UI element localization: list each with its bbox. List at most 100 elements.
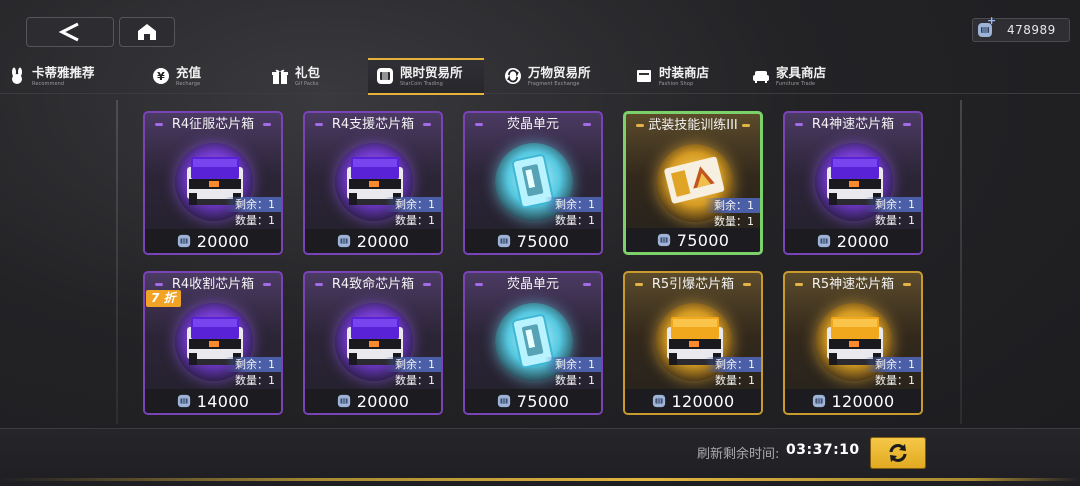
item-name: R4征服芯片箱 — [171, 117, 255, 132]
tab-label: 卡蒂雅推荐 — [32, 65, 95, 80]
item-quantity: 数量：1 — [235, 374, 275, 387]
starcoin-icon — [337, 234, 350, 248]
item-price: 120000 — [671, 391, 735, 411]
refresh-button[interactable] — [870, 437, 926, 469]
tab-fragment-exchange[interactable]: 万物贸易所 Fragment Exchange — [504, 58, 614, 94]
frame-line-right — [960, 100, 962, 424]
item-price: 20000 — [356, 231, 410, 251]
starcoin-icon — [812, 394, 825, 408]
refresh-label: 刷新剩余时间: — [697, 447, 780, 462]
tab-gift-packs[interactable]: 礼包 Gif Packs — [271, 58, 351, 94]
tab-furniture-trade[interactable]: 家具商店 Furniture Trade — [752, 58, 852, 94]
item-price-bar: 75000 — [465, 229, 601, 253]
item-name: R4致命芯片箱 — [331, 277, 415, 292]
shop-item-card[interactable]: R5引爆芯片箱剩余：1 数量：1 120000 — [623, 271, 763, 415]
trade-icon — [377, 68, 393, 84]
item-price: 14000 — [196, 391, 250, 411]
home-icon — [138, 24, 156, 40]
starcoin-icon — [337, 394, 350, 408]
item-quantity: 数量：1 — [875, 374, 915, 387]
item-name: R4神速芯片箱 — [811, 117, 895, 132]
tab-fashion-shop[interactable]: 时装商店 Fashion Shop — [635, 58, 735, 94]
exchange-icon — [505, 68, 521, 84]
item-quantity: 数量：1 — [875, 214, 915, 227]
item-remaining: 剩余：1 — [385, 197, 441, 212]
item-price-bar: 75000 — [465, 389, 601, 413]
item-remaining: 剩余：1 — [385, 357, 441, 372]
tab-starcoin-trading[interactable]: 限时贸易所 StarCoin Trading — [368, 58, 484, 95]
tab-label: 万物贸易所 — [528, 65, 591, 80]
item-price-bar: 14000 — [145, 389, 281, 413]
item-remaining: 剩余：1 — [865, 357, 921, 372]
item-price-bar: 120000 — [785, 389, 921, 413]
item-name: 荧晶单元 — [506, 277, 559, 292]
add-currency-icon[interactable]: + — [987, 14, 996, 27]
item-name: 荧晶单元 — [506, 117, 559, 132]
tab-recommend[interactable]: 卡蒂雅推荐 Recommend — [8, 58, 120, 94]
tab-sublabel: Fragment Exchange — [528, 81, 580, 87]
sofa-icon — [753, 71, 769, 83]
item-price: 75000 — [516, 231, 570, 251]
starcoin-icon — [177, 394, 190, 408]
tab-sublabel: Fashion Shop — [659, 81, 694, 87]
shop-item-card[interactable]: R4收割芯片箱 7 折剩余：1 数量：1 14000 — [143, 271, 283, 415]
item-quantity: 数量：1 — [714, 215, 754, 228]
item-name: R5神速芯片箱 — [811, 277, 895, 292]
shop-item-card[interactable]: 荧晶单元 剩余：1 数量：1 75000 — [463, 271, 603, 415]
starcoin-icon — [652, 394, 665, 408]
item-quantity: 数量：1 — [235, 214, 275, 227]
shop-item-card[interactable]: R4征服芯片箱剩余：1 数量：1 20000 — [143, 111, 283, 255]
tab-sublabel: Gif Packs — [295, 81, 319, 87]
currency-display[interactable]: + 478989 — [972, 14, 1070, 42]
tab-label: 家具商店 — [776, 65, 827, 80]
tab-label: 限时贸易所 — [400, 65, 463, 80]
tab-sublabel: Recharge — [176, 81, 201, 87]
tab-recharge[interactable]: ¥ 充值 Recharge — [152, 58, 242, 94]
item-remaining: 剩余：1 — [225, 357, 281, 372]
item-price: 20000 — [196, 231, 250, 251]
refresh-icon — [889, 444, 907, 462]
shop-item-card[interactable]: R4神速芯片箱剩余：1 数量：1 20000 — [783, 111, 923, 255]
tab-label: 礼包 — [295, 65, 321, 80]
item-price: 120000 — [831, 391, 895, 411]
item-remaining: 剩余：1 — [545, 197, 601, 212]
frame-line-left — [116, 100, 118, 424]
item-name: 武装技能训练III — [648, 118, 738, 133]
item-quantity: 数量：1 — [395, 214, 435, 227]
discount-badge: 7 折 — [146, 290, 181, 307]
item-remaining: 剩余：1 — [545, 357, 601, 372]
item-remaining: 剩余：1 — [225, 197, 281, 212]
bottom-accent-line — [0, 478, 1080, 481]
home-button[interactable] — [119, 17, 175, 47]
starcoin-icon — [497, 234, 510, 248]
refresh-countdown: 03:37:10 — [786, 442, 860, 458]
shop-item-card[interactable]: R4支援芯片箱 剩余：1 数量：1 20000 — [303, 111, 443, 255]
item-price: 20000 — [356, 391, 410, 411]
starcoin-icon — [497, 394, 510, 408]
shop-item-card[interactable]: 荧晶单元 剩余：1 数量：1 75000 — [463, 111, 603, 255]
starcoin-icon — [817, 234, 830, 248]
fashion-icon — [637, 70, 651, 82]
back-arrow-icon — [58, 22, 79, 42]
shop-item-card[interactable]: R4致命芯片箱剩余：1 数量：1 20000 — [303, 271, 443, 415]
item-remaining: 剩余：1 — [865, 197, 921, 212]
shop-item-card[interactable]: R5神速芯片箱剩余：1 数量：1 120000 — [783, 271, 923, 415]
starcoin-icon — [177, 234, 190, 248]
item-quantity: 数量：1 — [395, 374, 435, 387]
svg-text:¥: ¥ — [157, 70, 165, 83]
item-price-bar: 20000 — [305, 389, 441, 413]
top-bar: + 478989 — [0, 0, 1080, 60]
item-name: R5引爆芯片箱 — [651, 277, 735, 292]
item-price: 75000 — [516, 391, 570, 411]
tab-sublabel: Recommend — [32, 81, 65, 87]
shop-tabs: 卡蒂雅推荐 Recommend ¥ 充值 Recharge 礼包 Gif Pac… — [0, 58, 1080, 95]
item-price-bar: 20000 — [785, 229, 921, 253]
item-quantity: 数量：1 — [715, 374, 755, 387]
back-button[interactable] — [26, 17, 114, 47]
shop-item-card[interactable]: 武装技能训练III 剩余：1 数量：1 75000 — [623, 111, 763, 255]
item-remaining: 剩余：1 — [705, 357, 761, 372]
starcoin-icon — [657, 233, 670, 247]
item-price: 75000 — [676, 230, 730, 250]
item-price-bar: 75000 — [626, 228, 760, 252]
bunny-icon — [12, 67, 22, 84]
